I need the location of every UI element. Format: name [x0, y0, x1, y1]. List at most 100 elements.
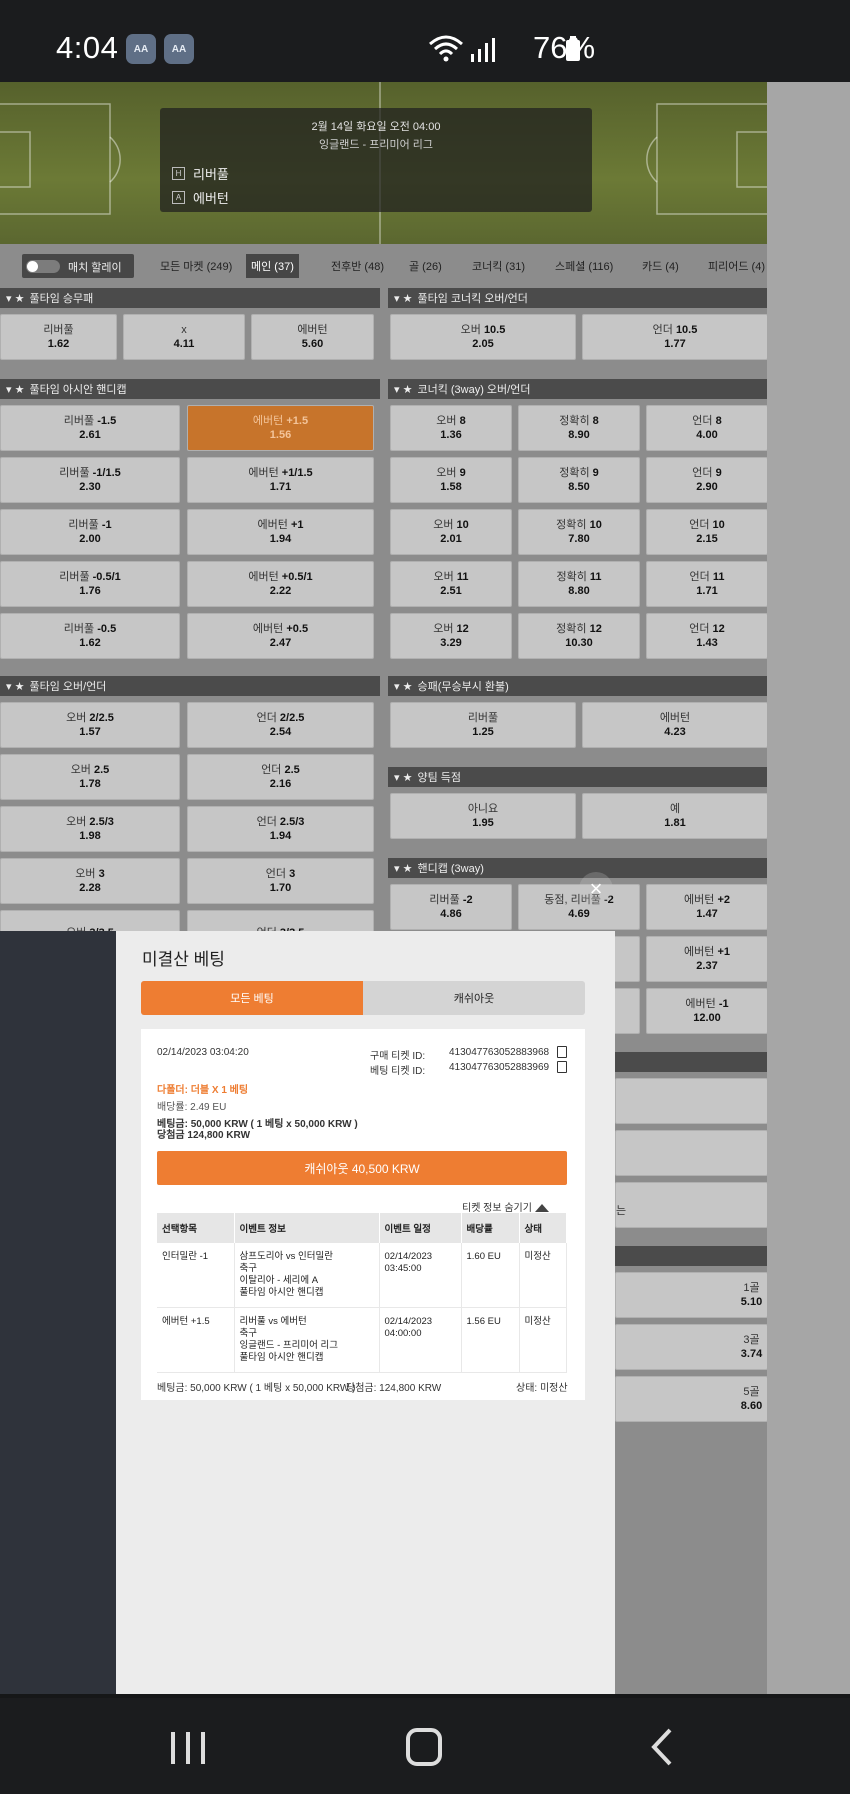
- odds-cell[interactable]: 오버 3 2.28: [0, 858, 180, 904]
- odds-cell[interactable]: 언더 3 1.70: [187, 858, 374, 904]
- section-header[interactable]: [615, 1052, 780, 1072]
- odds-cell[interactable]: 에버턴 +0.5/1 2.22: [187, 561, 374, 607]
- home-icon[interactable]: [404, 1722, 444, 1770]
- odds-cell[interactable]: 언더 10 2.15: [646, 509, 768, 555]
- home-team-name: 리버풀: [193, 167, 229, 182]
- odds-cell[interactable]: 오버 11 2.51: [390, 561, 512, 607]
- odds-cell[interactable]: 오버 2.5 1.78: [0, 754, 180, 800]
- odds-cell[interactable]: 정확히 9 8.50: [518, 457, 640, 503]
- odds-cell[interactable]: x 4.11: [123, 314, 245, 360]
- odds-cell[interactable]: 언더 11 1.71: [646, 561, 768, 607]
- odds-cell[interactable]: 리버풀 -1.5 2.61: [0, 405, 180, 451]
- signal-icon: [471, 38, 495, 62]
- odds-cell[interactable]: 오버 9 1.58: [390, 457, 512, 503]
- odds-cell[interactable]: 오버 10 2.01: [390, 509, 512, 555]
- odds-cell[interactable]: 1골 5.10: [615, 1272, 768, 1318]
- tab-periods[interactable]: 피리어드 (4): [703, 254, 770, 278]
- column-header: 상태: [519, 1213, 567, 1243]
- odds-cell[interactable]: 오버 10.5 2.05: [390, 314, 576, 360]
- odds-cell[interactable]: 리버풀 1.25: [390, 702, 576, 748]
- odds-cell[interactable]: 오버 2.5/3 1.98: [0, 806, 180, 852]
- odds-cell[interactable]: 오버 8 1.36: [390, 405, 512, 451]
- clock: 4:04: [56, 30, 119, 65]
- odds-cell[interactable]: 리버풀 -0.5/1 1.76: [0, 561, 180, 607]
- section-header[interactable]: ▾ ★ 풀타임 오버/언더: [0, 676, 380, 696]
- odds-cell[interactable]: 에버턴 +1/1.5 1.71: [187, 457, 374, 503]
- odds-cell[interactable]: 에버턴 +1 1.94: [187, 509, 374, 555]
- section-header[interactable]: ▾ ★ 승패(무승부시 환불): [388, 676, 780, 696]
- away-team-name: 에버턴: [193, 191, 229, 206]
- match-replay-toggle[interactable]: 매치 할레이: [22, 254, 134, 278]
- match-date: 2월 14일 화요일 오전 04:00: [311, 121, 441, 133]
- odds-cell[interactable]: 에버턴 +0.5 2.47: [187, 613, 374, 659]
- wifi-icon: [429, 35, 463, 62]
- hide-ticket-info-link[interactable]: 티켓 정보 숨기기: [462, 1199, 549, 1214]
- tab-halves[interactable]: 전후반 (48): [326, 254, 389, 278]
- odds-cell[interactable]: 에버턴 +1 2.37: [646, 936, 768, 982]
- section-header[interactable]: ▾ ★ 풀타임 승무패: [0, 288, 380, 308]
- section-header[interactable]: ▾ ★ 양팀 득점: [388, 767, 780, 787]
- battery-icon: [566, 36, 580, 61]
- odds-cell[interactable]: 언더 2.5 2.16: [187, 754, 374, 800]
- section-header[interactable]: ▾ ★ 풀타임 코너킥 오버/언더: [388, 288, 780, 308]
- odds-cell[interactable]: 리버풀 1.62: [0, 314, 117, 360]
- odds-cell[interactable]: 아니요 1.95: [390, 793, 576, 839]
- cashout-button[interactable]: 캐쉬아웃 40,500 KRW: [157, 1151, 567, 1185]
- odds-cell[interactable]: 정확히 11 8.80: [518, 561, 640, 607]
- odds-cell[interactable]: 언더 12 1.43: [646, 613, 768, 659]
- section-header[interactable]: ▾ ★ 풀타임 아시안 핸디캡: [0, 379, 380, 399]
- bet-ticket-card: 02/14/2023 03:04:20 구매 티켓 ID: 4130477630…: [141, 1029, 585, 1400]
- odds-cell[interactable]: 리버풀 -1/1.5 2.30: [0, 457, 180, 503]
- notification-icon: AA: [126, 34, 156, 64]
- odds-cell[interactable]: 는: [615, 1182, 768, 1228]
- tab-all-bets[interactable]: 모든 베팅: [141, 981, 363, 1015]
- odds-cell[interactable]: 에버턴 +2 1.47: [646, 884, 768, 930]
- match-info-box: 2월 14일 화요일 오전 04:00 잉글랜드 - 프리미어 리그 H 리버풀 …: [160, 108, 592, 212]
- odds-cell[interactable]: 오버 2/2.5 1.57: [0, 702, 180, 748]
- bet-ticket-id: 413047763052883969: [449, 1062, 550, 1073]
- tab-specials[interactable]: 스페셜 (116): [550, 254, 618, 278]
- toggle-switch[interactable]: [26, 260, 60, 273]
- odds-cell[interactable]: 에버턴 4.23: [582, 702, 768, 748]
- odds-cell[interactable]: [615, 1130, 768, 1176]
- section-header[interactable]: ▾ ★ 코너킥 (3way) 오버/언더: [388, 379, 780, 399]
- copy-icon[interactable]: [557, 1046, 567, 1058]
- side-panel: [0, 931, 116, 1694]
- odds-cell[interactable]: 리버풀 -0.5 1.62: [0, 613, 180, 659]
- odds-cell[interactable]: 정확히 10 7.80: [518, 509, 640, 555]
- section-header[interactable]: ▾ ★ 핸디캡 (3way): [388, 858, 780, 878]
- tab-main[interactable]: 메인 (37): [246, 254, 299, 278]
- odds-cell[interactable]: 에버턴 -1 12.00: [646, 988, 768, 1034]
- odds-cell[interactable]: 리버풀 -1 2.00: [0, 509, 180, 555]
- section-header[interactable]: [615, 1246, 780, 1266]
- tab-cashout[interactable]: 캐쉬아웃: [363, 981, 585, 1015]
- odds-cell[interactable]: 언더 2/2.5 2.54: [187, 702, 374, 748]
- back-icon[interactable]: [648, 1722, 678, 1770]
- home-team: H 리버풀: [172, 164, 229, 183]
- tab-corners[interactable]: 코너킥 (31): [467, 254, 530, 278]
- odds-cell[interactable]: 3골 3.74: [615, 1324, 768, 1370]
- odds-cell[interactable]: 언더 10.5 1.77: [582, 314, 768, 360]
- odds-cell[interactable]: 에버턴 +1.5 1.56: [187, 405, 374, 451]
- odds-cell[interactable]: 에버턴 5.60: [251, 314, 374, 360]
- close-icon[interactable]: ×: [579, 872, 613, 906]
- copy-icon[interactable]: [557, 1061, 567, 1073]
- selection: 에버턴 +1.5: [157, 1307, 235, 1373]
- odds-cell[interactable]: 정확히 8 8.90: [518, 405, 640, 451]
- tab-all-markets[interactable]: 모든 마켓 (249): [155, 254, 237, 278]
- column-header: 이벤트 정보: [234, 1213, 380, 1243]
- odds-cell[interactable]: 언더 2.5/3 1.94: [187, 806, 374, 852]
- tab-cards[interactable]: 카드 (4): [637, 254, 684, 278]
- home-badge: H: [172, 167, 185, 180]
- odds-cell[interactable]: 정확히 12 10.30: [518, 613, 640, 659]
- odds-cell[interactable]: 5골 8.60: [615, 1376, 768, 1422]
- odds-cell[interactable]: 오버 12 3.29: [390, 613, 512, 659]
- tab-goals[interactable]: 골 (26): [404, 254, 447, 278]
- battery-level: 76%: [533, 30, 596, 65]
- recent-apps-icon[interactable]: [168, 1722, 208, 1770]
- odds-cell[interactable]: 예 1.81: [582, 793, 768, 839]
- odds-cell[interactable]: 리버풀 -2 4.86: [390, 884, 512, 930]
- odds-cell[interactable]: 언더 8 4.00: [646, 405, 768, 451]
- odds-cell[interactable]: [615, 1078, 768, 1124]
- odds-cell[interactable]: 언더 9 2.90: [646, 457, 768, 503]
